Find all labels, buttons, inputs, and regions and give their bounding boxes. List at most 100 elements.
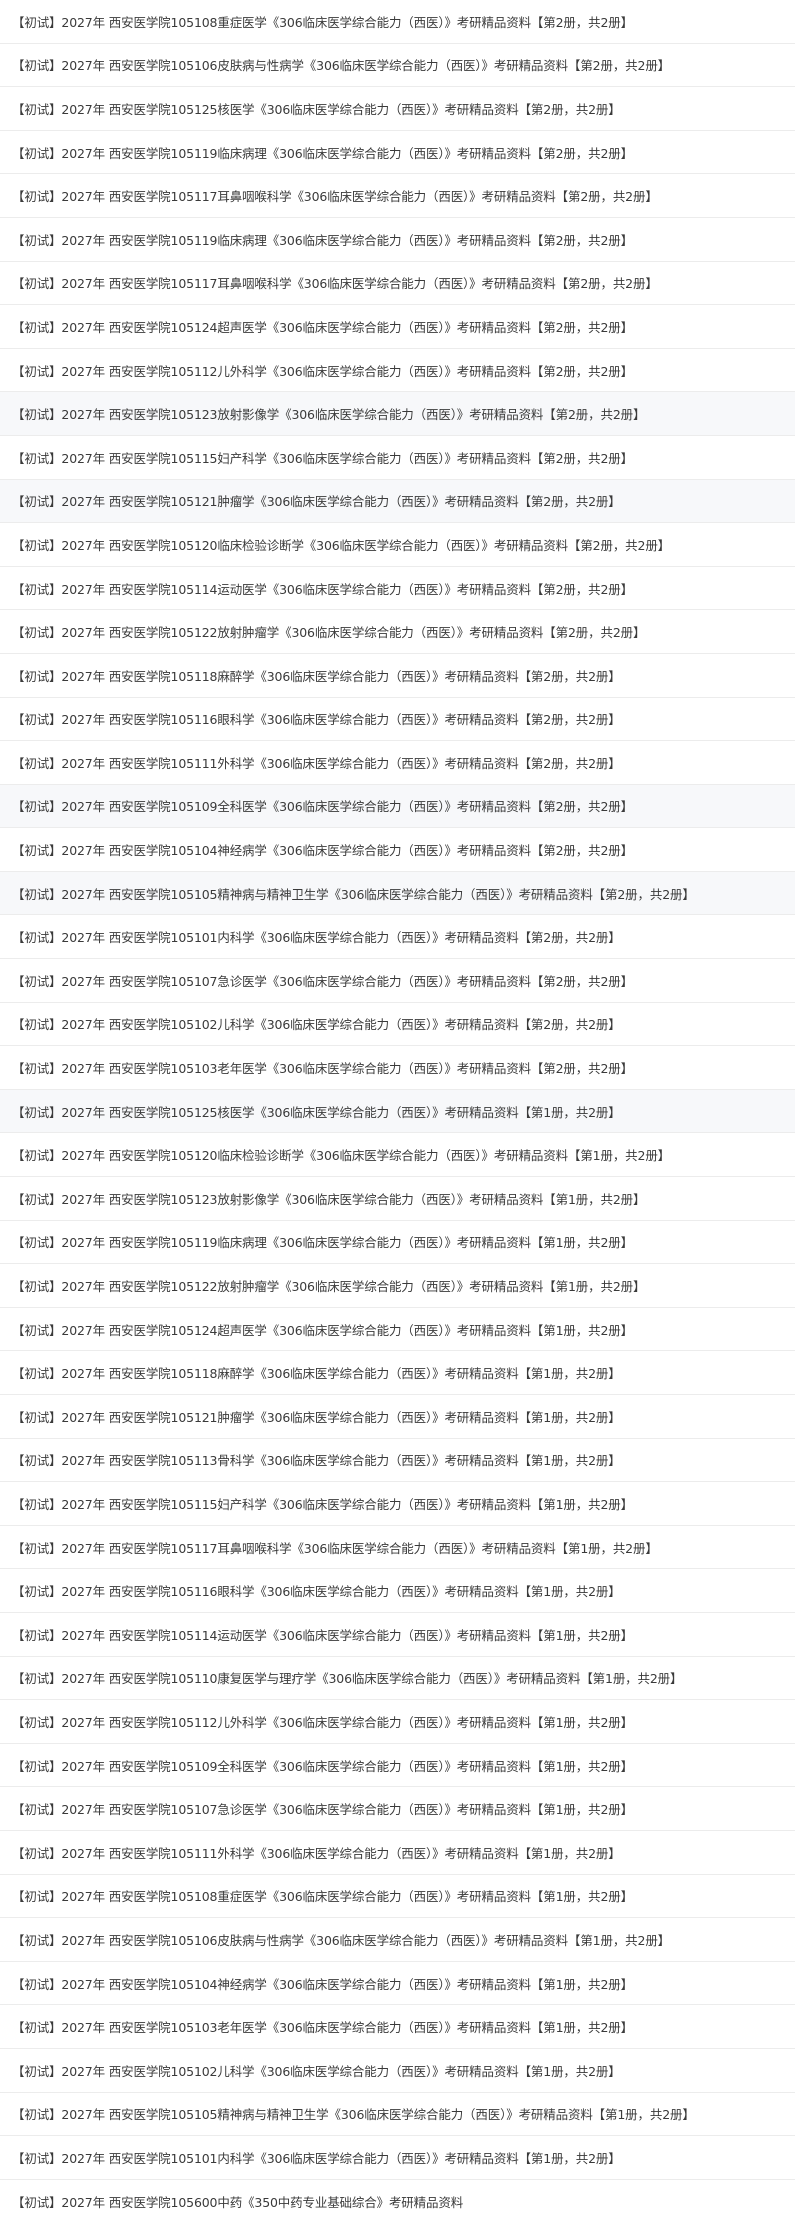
document-title-link[interactable]: 【初试】2027年 西安医学院105120临床检验诊断学《306临床医学综合能力… (12, 1145, 670, 1164)
list-item[interactable]: 【初试】2027年 西安医学院105118麻醉学《306临床医学综合能力（西医）… (0, 653, 795, 698)
document-title-link[interactable]: 【初试】2027年 西安医学院105119临床病理《306临床医学综合能力（西医… (12, 143, 633, 162)
document-title-link[interactable]: 【初试】2027年 西安医学院105115妇产科学《306临床医学综合能力（西医… (12, 448, 633, 467)
document-title-link[interactable]: 【初试】2027年 西安医学院105115妇产科学《306临床医学综合能力（西医… (12, 1494, 633, 1513)
document-title-link[interactable]: 【初试】2027年 西安医学院105125核医学《306临床医学综合能力（西医）… (12, 99, 621, 118)
document-title-link[interactable]: 【初试】2027年 西安医学院105103老年医学《306临床医学综合能力（西医… (12, 1058, 633, 1077)
document-title-link[interactable]: 【初试】2027年 西安医学院105119临床病理《306临床医学综合能力（西医… (12, 1232, 633, 1251)
document-title-link[interactable]: 【初试】2027年 西安医学院105107急诊医学《306临床医学综合能力（西医… (12, 1799, 633, 1818)
list-item[interactable]: 【初试】2027年 西安医学院105117耳鼻咽喉科学《306临床医学综合能力（… (0, 1525, 795, 1570)
list-item[interactable]: 【初试】2027年 西安医学院105102儿科学《306临床医学综合能力（西医）… (0, 2048, 795, 2093)
list-item[interactable]: 【初试】2027年 西安医学院105119临床病理《306临床医学综合能力（西医… (0, 1220, 795, 1265)
list-item[interactable]: 【初试】2027年 西安医学院105116眼科学《306临床医学综合能力（西医）… (0, 697, 795, 742)
document-title-link[interactable]: 【初试】2027年 西安医学院105119临床病理《306临床医学综合能力（西医… (12, 230, 633, 249)
list-item[interactable]: 【初试】2027年 西安医学院105121肿瘤学《306临床医学综合能力（西医）… (0, 479, 795, 524)
list-item[interactable]: 【初试】2027年 西安医学院105114运动医学《306临床医学综合能力（西医… (0, 1612, 795, 1657)
list-item[interactable]: 【初试】2027年 西安医学院105112儿外科学《306临床医学综合能力（西医… (0, 348, 795, 393)
list-item[interactable]: 【初试】2027年 西安医学院105104神经病学《306临床医学综合能力（西医… (0, 828, 795, 872)
list-item[interactable]: 【初试】2027年 西安医学院105115妇产科学《306临床医学综合能力（西医… (0, 435, 795, 480)
document-title-link[interactable]: 【初试】2027年 西安医学院105123放射影像学《306临床医学综合能力（西… (12, 404, 645, 423)
document-title-link[interactable]: 【初试】2027年 西安医学院105106皮肤病与性病学《306临床医学综合能力… (12, 1930, 670, 1949)
list-item[interactable]: 【初试】2027年 西安医学院105106皮肤病与性病学《306临床医学综合能力… (0, 43, 795, 88)
document-title-link[interactable]: 【初试】2027年 西安医学院105104神经病学《306临床医学综合能力（西医… (12, 1974, 633, 1993)
document-title-link[interactable]: 【初试】2027年 西安医学院105117耳鼻咽喉科学《306临床医学综合能力（… (12, 273, 658, 292)
list-item[interactable]: 【初试】2027年 西安医学院105121肿瘤学《306临床医学综合能力（西医）… (0, 1395, 795, 1439)
list-item[interactable]: 【初试】2027年 西安医学院105110康复医学与理疗学《306临床医学综合能… (0, 1656, 795, 1701)
list-item[interactable]: 【初试】2027年 西安医学院105105精神病与精神卫生学《306临床医学综合… (0, 871, 795, 916)
document-title-link[interactable]: 【初试】2027年 西安医学院105102儿科学《306临床医学综合能力（西医）… (12, 2061, 621, 2080)
document-title-link[interactable]: 【初试】2027年 西安医学院105108重症医学《306临床医学综合能力（西医… (12, 1886, 633, 1905)
list-item[interactable]: 【初试】2027年 西安医学院105124超声医学《306临床医学综合能力（西医… (0, 1307, 795, 1352)
list-item[interactable]: 【初试】2027年 西安医学院105101内科学《306临床医学综合能力（西医）… (0, 915, 795, 960)
document-title-link[interactable]: 【初试】2027年 西安医学院105118麻醉学《306临床医学综合能力（西医）… (12, 666, 621, 685)
document-title-link[interactable]: 【初试】2027年 西安医学院105107急诊医学《306临床医学综合能力（西医… (12, 971, 633, 990)
document-title-link[interactable]: 【初试】2027年 西安医学院105105精神病与精神卫生学《306临床医学综合… (12, 2104, 695, 2123)
list-item[interactable]: 【初试】2027年 西安医学院105123放射影像学《306临床医学综合能力（西… (0, 1177, 795, 1221)
document-title-link[interactable]: 【初试】2027年 西安医学院105106皮肤病与性病学《306临床医学综合能力… (12, 55, 670, 74)
list-item[interactable]: 【初试】2027年 西安医学院105104神经病学《306临床医学综合能力（西医… (0, 1961, 795, 2006)
list-item[interactable]: 【初试】2027年 西安医学院105122放射肿瘤学《306临床医学综合能力（西… (0, 1264, 795, 1308)
list-item[interactable]: 【初试】2027年 西安医学院105103老年医学《306临床医学综合能力（西医… (0, 2005, 795, 2049)
document-title-link[interactable]: 【初试】2027年 西安医学院105102儿科学《306临床医学综合能力（西医）… (12, 1014, 621, 1033)
list-item[interactable]: 【初试】2027年 西安医学院105107急诊医学《306临床医学综合能力（西医… (0, 959, 795, 1003)
document-title-link[interactable]: 【初试】2027年 西安医学院105101内科学《306临床医学综合能力（西医）… (12, 927, 621, 946)
list-item[interactable]: 【初试】2027年 西安医学院105109全科医学《306临床医学综合能力（西医… (0, 784, 795, 829)
document-title-link[interactable]: 【初试】2027年 西安医学院105121肿瘤学《306临床医学综合能力（西医）… (12, 491, 621, 510)
document-title-link[interactable]: 【初试】2027年 西安医学院105122放射肿瘤学《306临床医学综合能力（西… (12, 1276, 645, 1295)
list-item[interactable]: 【初试】2027年 西安医学院105105精神病与精神卫生学《306临床医学综合… (0, 2092, 795, 2137)
document-title-link[interactable]: 【初试】2027年 西安医学院105120临床检验诊断学《306临床医学综合能力… (12, 535, 670, 554)
document-title-link[interactable]: 【初试】2027年 西安医学院105108重症医学《306临床医学综合能力（西医… (12, 12, 633, 31)
document-title-link[interactable]: 【初试】2027年 西安医学院105104神经病学《306临床医学综合能力（西医… (12, 840, 633, 859)
list-item[interactable]: 【初试】2027年 西安医学院105101内科学《306临床医学综合能力（西医）… (0, 2136, 795, 2180)
list-item[interactable]: 【初试】2027年 西安医学院105119临床病理《306临床医学综合能力（西医… (0, 217, 795, 262)
document-title-link[interactable]: 【初试】2027年 西安医学院105118麻醉学《306临床医学综合能力（西医）… (12, 1363, 621, 1382)
list-item[interactable]: 【初试】2027年 西安医学院105115妇产科学《306临床医学综合能力（西医… (0, 1482, 795, 1526)
document-title-link[interactable]: 【初试】2027年 西安医学院105112儿外科学《306临床医学综合能力（西医… (12, 361, 633, 380)
document-title-link[interactable]: 【初试】2027年 西安医学院105110康复医学与理疗学《306临床医学综合能… (12, 1668, 682, 1687)
document-title-link[interactable]: 【初试】2027年 西安医学院105121肿瘤学《306临床医学综合能力（西医）… (12, 1407, 621, 1426)
list-item[interactable]: 【初试】2027年 西安医学院105125核医学《306临床医学综合能力（西医）… (0, 87, 795, 131)
list-item[interactable]: 【初试】2027年 西安医学院105112儿外科学《306临床医学综合能力（西医… (0, 1700, 795, 1744)
document-title-link[interactable]: 【初试】2027年 西安医学院105111外科学《306临床医学综合能力（西医）… (12, 1843, 621, 1862)
list-item[interactable]: 【初试】2027年 西安医学院105119临床病理《306临床医学综合能力（西医… (0, 130, 795, 175)
list-item[interactable]: 【初试】2027年 西安医学院105123放射影像学《306临床医学综合能力（西… (0, 392, 795, 436)
document-title-link[interactable]: 【初试】2027年 西安医学院105124超声医学《306临床医学综合能力（西医… (12, 1320, 633, 1339)
document-title-link[interactable]: 【初试】2027年 西安医学院105123放射影像学《306临床医学综合能力（西… (12, 1189, 645, 1208)
list-item[interactable]: 【初试】2027年 西安医学院105102儿科学《306临床医学综合能力（西医）… (0, 1002, 795, 1047)
list-item[interactable]: 【初试】2027年 西安医学院105108重症医学《306临床医学综合能力（西医… (0, 1874, 795, 1919)
document-title-link[interactable]: 【初试】2027年 西安医学院105122放射肿瘤学《306临床医学综合能力（西… (12, 622, 645, 641)
list-item[interactable]: 【初试】2027年 西安医学院105109全科医学《306临床医学综合能力（西医… (0, 1743, 795, 1788)
list-item[interactable]: 【初试】2027年 西安医学院105113骨科学《306临床医学综合能力（西医）… (0, 1438, 795, 1483)
list-item[interactable]: 【初试】2027年 西安医学院105600中药《350中药专业基础综合》考研精品… (0, 2179, 795, 2223)
document-title-link[interactable]: 【初试】2027年 西安医学院105112儿外科学《306临床医学综合能力（西医… (12, 1712, 633, 1731)
list-item[interactable]: 【初试】2027年 西安医学院105117耳鼻咽喉科学《306临床医学综合能力（… (0, 174, 795, 218)
document-title-link[interactable]: 【初试】2027年 西安医学院105114运动医学《306临床医学综合能力（西医… (12, 1625, 633, 1644)
list-item[interactable]: 【初试】2027年 西安医学院105120临床检验诊断学《306临床医学综合能力… (0, 1133, 795, 1178)
document-title-link[interactable]: 【初试】2027年 西安医学院105124超声医学《306临床医学综合能力（西医… (12, 317, 633, 336)
document-title-link[interactable]: 【初试】2027年 西安医学院105105精神病与精神卫生学《306临床医学综合… (12, 884, 695, 903)
document-title-link[interactable]: 【初试】2027年 西安医学院105113骨科学《306临床医学综合能力（西医）… (12, 1450, 621, 1469)
list-item[interactable]: 【初试】2027年 西安医学院105114运动医学《306临床医学综合能力（西医… (0, 566, 795, 611)
document-title-link[interactable]: 【初试】2027年 西安医学院105116眼科学《306临床医学综合能力（西医）… (12, 1581, 621, 1600)
list-item[interactable]: 【初试】2027年 西安医学院105125核医学《306临床医学综合能力（西医）… (0, 1089, 795, 1134)
list-item[interactable]: 【初试】2027年 西安医学院105124超声医学《306临床医学综合能力（西医… (0, 305, 795, 349)
list-item[interactable]: 【初试】2027年 西安医学院105122放射肿瘤学《306临床医学综合能力（西… (0, 610, 795, 654)
document-title-link[interactable]: 【初试】2027年 西安医学院105600中药《350中药专业基础综合》考研精品… (12, 2192, 463, 2211)
list-item[interactable]: 【初试】2027年 西安医学院105108重症医学《306临床医学综合能力（西医… (0, 0, 795, 44)
document-title-link[interactable]: 【初试】2027年 西安医学院105114运动医学《306临床医学综合能力（西医… (12, 579, 633, 598)
document-title-link[interactable]: 【初试】2027年 西安医学院105109全科医学《306临床医学综合能力（西医… (12, 796, 633, 815)
document-title-link[interactable]: 【初试】2027年 西安医学院105111外科学《306临床医学综合能力（西医）… (12, 753, 621, 772)
list-item[interactable]: 【初试】2027年 西安医学院105107急诊医学《306临床医学综合能力（西医… (0, 1787, 795, 1831)
document-title-link[interactable]: 【初试】2027年 西安医学院105101内科学《306临床医学综合能力（西医）… (12, 2148, 621, 2167)
document-title-link[interactable]: 【初试】2027年 西安医学院105117耳鼻咽喉科学《306临床医学综合能力（… (12, 1538, 658, 1557)
list-item[interactable]: 【初试】2027年 西安医学院105116眼科学《306临床医学综合能力（西医）… (0, 1569, 795, 1613)
list-item[interactable]: 【初试】2027年 西安医学院105103老年医学《306临床医学综合能力（西医… (0, 1046, 795, 1090)
list-item[interactable]: 【初试】2027年 西安医学院105120临床检验诊断学《306临床医学综合能力… (0, 523, 795, 567)
list-item[interactable]: 【初试】2027年 西安医学院105106皮肤病与性病学《306临床医学综合能力… (0, 1918, 795, 1962)
document-title-link[interactable]: 【初试】2027年 西安医学院105109全科医学《306临床医学综合能力（西医… (12, 1756, 633, 1775)
list-item[interactable]: 【初试】2027年 西安医学院105111外科学《306临床医学综合能力（西医）… (0, 1830, 795, 1875)
document-title-link[interactable]: 【初试】2027年 西安医学院105103老年医学《306临床医学综合能力（西医… (12, 2017, 633, 2036)
list-item[interactable]: 【初试】2027年 西安医学院105117耳鼻咽喉科学《306临床医学综合能力（… (0, 261, 795, 306)
document-title-link[interactable]: 【初试】2027年 西安医学院105116眼科学《306临床医学综合能力（西医）… (12, 709, 621, 728)
document-title-link[interactable]: 【初试】2027年 西安医学院105117耳鼻咽喉科学《306临床医学综合能力（… (12, 186, 658, 205)
list-item[interactable]: 【初试】2027年 西安医学院105111外科学《306临床医学综合能力（西医）… (0, 741, 795, 785)
